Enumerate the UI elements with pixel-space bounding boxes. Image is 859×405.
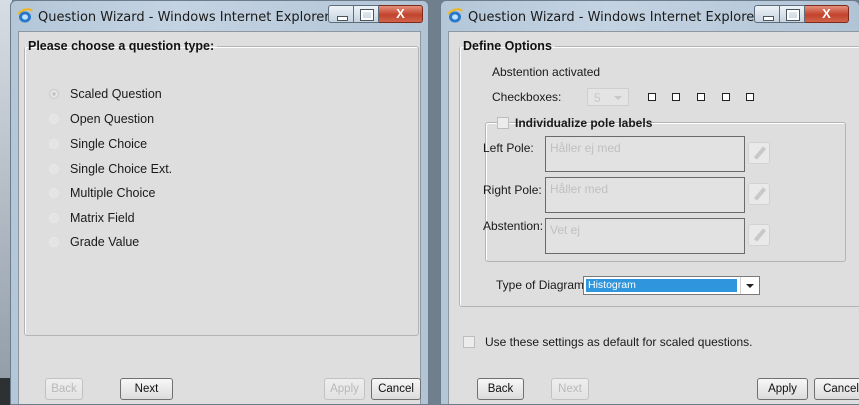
option-label: Multiple Choice xyxy=(70,186,156,200)
question-wizard-window-options: Question Wizard - Windows Internet Explo… xyxy=(440,0,859,405)
option-multiple-choice[interactable]: Multiple Choice xyxy=(49,183,155,203)
next-button[interactable]: Next xyxy=(120,378,173,400)
caption-buttons: X xyxy=(754,5,849,23)
option-single-choice-ext[interactable]: Single Choice Ext. xyxy=(49,159,172,179)
cancel-button[interactable]: Cancel xyxy=(814,378,859,400)
close-button[interactable]: X xyxy=(379,5,423,23)
abstention-field[interactable]: Vet ej xyxy=(545,218,770,254)
title-bar[interactable]: Question Wizard - Windows Internet Explo… xyxy=(11,1,428,31)
internet-explorer-icon xyxy=(447,8,463,23)
maximize-button[interactable] xyxy=(354,5,379,23)
close-icon: X xyxy=(396,6,405,21)
window-title: Question Wizard - Windows Internet Explo… xyxy=(38,10,330,25)
individualize-checkbox[interactable] xyxy=(497,117,509,129)
option-scaled-question[interactable]: Scaled Question xyxy=(49,84,162,104)
chevron-down-icon xyxy=(614,96,622,100)
edit-abstention-button[interactable] xyxy=(748,224,770,246)
left-pole-value: Håller ej med xyxy=(550,141,621,155)
option-open-question[interactable]: Open Question xyxy=(49,109,154,129)
abstention-value: Vet ej xyxy=(550,223,581,237)
diagram-type-value: Histogram xyxy=(586,279,737,292)
wizard-content: Define Options Abstention activated Chec… xyxy=(448,31,859,404)
abstention-label: Abstention: xyxy=(483,219,544,233)
cancel-button[interactable]: Cancel xyxy=(371,378,421,400)
option-single-choice[interactable]: Single Choice xyxy=(49,134,147,154)
caption-buttons: X xyxy=(328,5,423,23)
title-bar[interactable]: Question Wizard - Windows Internet Explo… xyxy=(441,1,859,31)
question-type-legend: Please choose a question type: xyxy=(28,39,215,53)
option-label: Matrix Field xyxy=(70,211,135,225)
scale-preview-box xyxy=(746,93,754,101)
option-grade-value[interactable]: Grade Value xyxy=(49,232,139,252)
apply-button[interactable]: Apply xyxy=(757,378,808,400)
scale-preview-box xyxy=(697,93,705,101)
radio-icon xyxy=(49,114,59,124)
define-options-legend: Define Options xyxy=(463,39,552,53)
abstention-activated-text: Abstention activated xyxy=(492,65,601,79)
minimize-button[interactable] xyxy=(328,5,354,23)
radio-icon xyxy=(49,164,59,174)
next-button[interactable]: Next xyxy=(551,378,589,400)
right-pole-label: Right Pole: xyxy=(483,183,542,197)
chevron-down-icon xyxy=(740,277,759,294)
minimize-button[interactable] xyxy=(754,5,780,23)
question-wizard-window-type: Question Wizard - Windows Internet Explo… xyxy=(10,0,429,405)
individualize-label: Individualize pole labels xyxy=(515,116,653,130)
checkbox-count-select[interactable]: 5 xyxy=(587,88,629,106)
option-label: Scaled Question xyxy=(70,87,162,101)
maximize-button[interactable] xyxy=(780,5,805,23)
radio-icon xyxy=(49,237,59,247)
back-button[interactable]: Back xyxy=(477,378,524,400)
wizard-content: Please choose a question type: Scaled Qu… xyxy=(18,31,421,404)
window-title: Question Wizard - Windows Internet Explo… xyxy=(468,10,760,25)
option-label: Single Choice Ext. xyxy=(70,162,173,176)
diagram-type-select[interactable]: Histogram xyxy=(583,276,760,295)
internet-explorer-icon xyxy=(17,8,33,23)
scale-preview-box xyxy=(648,93,656,101)
radio-icon xyxy=(49,188,59,198)
edit-right-pole-button[interactable] xyxy=(748,183,770,205)
default-settings-checkbox[interactable] xyxy=(463,336,475,348)
checkbox-count-value: 5 xyxy=(594,91,601,105)
left-pole-field[interactable]: Håller ej med xyxy=(545,136,770,172)
option-label: Grade Value xyxy=(70,235,140,249)
right-pole-field[interactable]: Håller med xyxy=(545,177,770,213)
option-matrix-field[interactable]: Matrix Field xyxy=(49,208,135,228)
right-pole-value: Håller med xyxy=(550,182,609,196)
default-settings-label: Use these settings as default for scaled… xyxy=(485,335,753,349)
checkboxes-label: Checkboxes: xyxy=(492,90,562,104)
option-label: Single Choice xyxy=(70,137,148,151)
apply-button[interactable]: Apply xyxy=(324,378,365,400)
scale-preview-box xyxy=(722,93,730,101)
close-button[interactable]: X xyxy=(805,5,849,23)
close-icon: X xyxy=(822,6,831,21)
diagram-type-label: Type of Diagram: xyxy=(496,278,588,292)
radio-icon xyxy=(49,213,59,223)
back-button[interactable]: Back xyxy=(45,378,83,400)
edit-left-pole-button[interactable] xyxy=(748,142,770,164)
scale-preview-box xyxy=(672,93,680,101)
option-label: Open Question xyxy=(70,112,155,126)
left-pole-label: Left Pole: xyxy=(483,141,534,155)
radio-selected-icon xyxy=(49,89,59,99)
radio-icon xyxy=(49,139,59,149)
